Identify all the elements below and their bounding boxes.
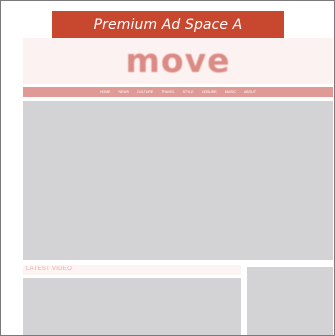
nav-item-travel[interactable]: TRAVEL: [161, 90, 174, 94]
ad-banner-label: Premium Ad Space A: [93, 16, 243, 33]
nav-item-news[interactable]: NEWS: [118, 90, 129, 94]
nav-item-home[interactable]: HOME: [100, 90, 111, 94]
nav-item-leisure[interactable]: LEISURE: [202, 90, 217, 94]
nav-item-style[interactable]: STYLE: [183, 90, 194, 94]
premium-ad-banner[interactable]: Premium Ad Space A: [52, 11, 284, 38]
hero-image-placeholder[interactable]: [23, 101, 333, 260]
sidebar-card-placeholder[interactable]: [247, 267, 333, 335]
site-logo[interactable]: move: [23, 41, 333, 81]
section-header: LATEST VIDEO: [23, 265, 241, 275]
page-frame: Premium Ad Space A move HOME NEWS CULTUR…: [0, 0, 335, 336]
header: move: [23, 38, 333, 84]
nav-item-culture[interactable]: CULTURE: [137, 90, 153, 94]
nav-item-about[interactable]: ABOUT: [244, 90, 256, 94]
nav-item-music[interactable]: MUSIC: [225, 90, 236, 94]
section-title: LATEST VIDEO: [26, 266, 73, 272]
main-nav: HOME NEWS CULTURE TRAVEL STYLE LEISURE M…: [23, 87, 333, 97]
video-card-placeholder[interactable]: [23, 278, 241, 335]
